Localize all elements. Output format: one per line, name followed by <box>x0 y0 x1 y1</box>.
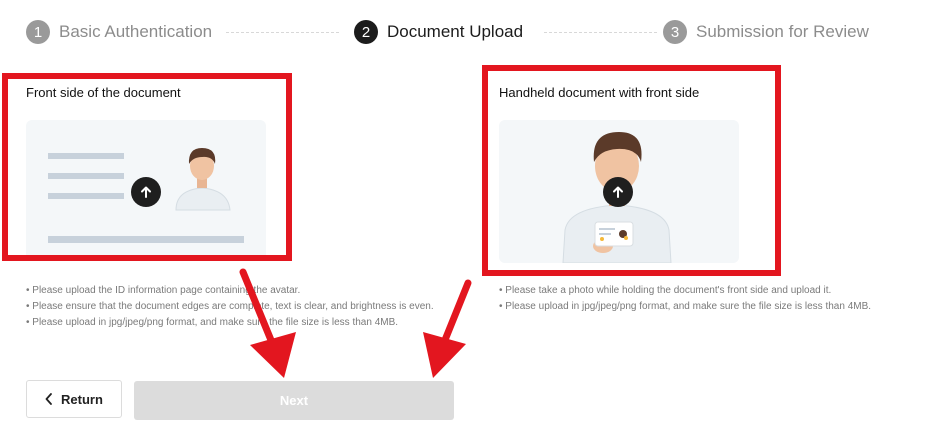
avatar-illustration <box>175 148 231 211</box>
handheld-upload-area[interactable] <box>499 120 739 263</box>
text-line <box>48 153 124 159</box>
card-title: Handheld document with front side <box>499 85 700 100</box>
progress-stepper: 1 Basic Authentication 2 Document Upload… <box>26 18 906 48</box>
text-line <box>48 193 124 199</box>
instruction-line: • Please upload the ID information page … <box>26 285 301 296</box>
instruction-line: • Please upload in jpg/jpeg/png format, … <box>499 301 872 312</box>
text-line <box>48 236 244 243</box>
upload-instructions: • Please upload the ID information page … <box>26 283 434 331</box>
upload-arrow-icon <box>141 186 151 198</box>
text-line <box>48 173 124 179</box>
step-basic-authentication: 1 Basic Authentication <box>26 18 212 46</box>
step-number: 1 <box>26 20 50 44</box>
instruction-line: • Please take a photo while holding the … <box>499 285 832 296</box>
step-submission-for-review: 3 Submission for Review <box>663 18 869 46</box>
upload-icon-button[interactable] <box>131 177 161 207</box>
upload-arrow-icon <box>613 186 623 198</box>
step-number: 2 <box>354 20 378 44</box>
card-title: Front side of the document <box>26 85 181 100</box>
return-button[interactable]: Return <box>26 380 122 418</box>
chevron-left-icon <box>45 393 52 405</box>
next-button[interactable]: Next <box>134 381 454 420</box>
step-number: 3 <box>663 20 687 44</box>
instruction-line: • Please upload in jpg/jpeg/png format, … <box>26 317 399 328</box>
upload-instructions: • Please take a photo while holding the … <box>499 283 871 315</box>
step-connector <box>544 32 657 33</box>
upload-icon-button[interactable] <box>603 177 633 207</box>
step-label: Submission for Review <box>696 22 869 41</box>
step-connector <box>226 32 339 33</box>
return-button-label: Return <box>61 391 103 407</box>
step-label: Document Upload <box>387 22 524 41</box>
front-side-upload-area[interactable] <box>26 120 266 260</box>
step-label: Basic Authentication <box>59 22 213 41</box>
step-document-upload: 2 Document Upload <box>354 18 523 46</box>
instruction-line: • Please ensure that the document edges … <box>26 301 434 312</box>
